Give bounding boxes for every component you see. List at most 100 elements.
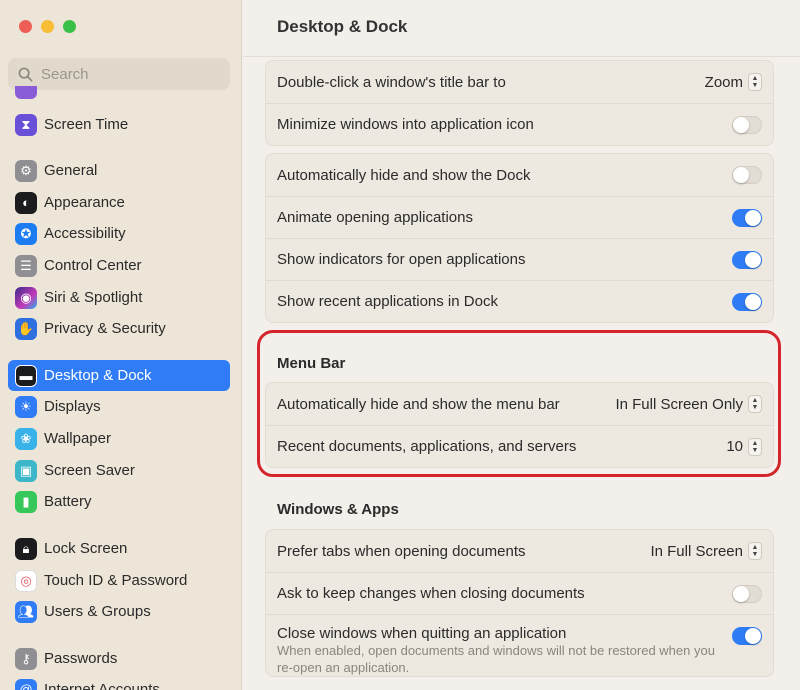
sidebar-item-label: Lock Screen bbox=[44, 540, 128, 557]
fingerprint-icon: ◎ bbox=[15, 569, 37, 592]
battery-icon: ▮ bbox=[15, 490, 37, 513]
sidebar-item-label: Users & Groups bbox=[44, 603, 151, 620]
sidebar-item-control-center[interactable]: ☰ Control Center bbox=[8, 250, 230, 281]
search-icon bbox=[18, 67, 33, 81]
close-windows-description: When enabled, open documents and windows… bbox=[277, 643, 715, 675]
recent-apps-toggle[interactable] bbox=[732, 292, 762, 311]
sidebar-item-label: Passwords bbox=[44, 650, 118, 667]
sidebar-item-label: Screen Time bbox=[44, 116, 129, 133]
at-icon: @ bbox=[15, 678, 37, 690]
sidebar-item-label: Wallpaper bbox=[44, 430, 111, 447]
recent-apps-label: Show recent applications in Dock bbox=[277, 293, 498, 310]
page-title: Desktop & Dock bbox=[277, 17, 408, 36]
sidebar-item-appearance[interactable]: ◐ Appearance bbox=[8, 187, 230, 218]
sidebar-item-lock-screen[interactable]: 🔒︎ Lock Screen bbox=[8, 533, 230, 564]
sidebar-item-screen-saver[interactable]: ▣ Screen Saver bbox=[8, 455, 230, 486]
sidebar-item-privacy-security[interactable]: ✋ Privacy & Security bbox=[8, 313, 230, 344]
highlight-annotation bbox=[257, 330, 781, 477]
sidebar-item-displays[interactable]: ☀ Displays bbox=[8, 391, 230, 422]
close-window-button[interactable] bbox=[19, 20, 32, 33]
gear-icon: ⚙ bbox=[15, 159, 37, 182]
animate-toggle[interactable] bbox=[732, 208, 762, 227]
minimize-label: Minimize windows into application icon bbox=[277, 116, 534, 133]
hand-icon: ✋ bbox=[15, 317, 37, 340]
prefer-tabs-popup[interactable]: In Full Screen ▲ ▼ bbox=[650, 542, 762, 560]
accessibility-icon: ✪ bbox=[15, 222, 37, 245]
window-controls bbox=[19, 20, 76, 33]
sidebar-item-label: Screen Saver bbox=[44, 462, 135, 479]
prefer-tabs-row: Prefer tabs when opening documents In Fu… bbox=[266, 530, 773, 572]
sidebar-item-hidden bbox=[8, 86, 230, 100]
windows-apps-section-title: Windows & Apps bbox=[277, 501, 399, 518]
chevron-updown-icon: ▲ ▼ bbox=[748, 73, 762, 91]
close-windows-label: Close windows when quitting an applicati… bbox=[277, 625, 567, 642]
toggle-knob bbox=[745, 251, 761, 268]
sidebar-item-label: Control Center bbox=[44, 257, 142, 274]
search-input[interactable] bbox=[41, 65, 211, 83]
sidebar-item-label: Displays bbox=[44, 398, 101, 415]
sidebar-item-users-groups[interactable]: 👥︎ Users & Groups bbox=[8, 596, 230, 627]
chevron-updown-icon: ▲ ▼ bbox=[748, 542, 762, 560]
zoom-window-button[interactable] bbox=[63, 20, 76, 33]
sidebar-item-wallpaper[interactable]: ❀ Wallpaper bbox=[8, 423, 230, 454]
key-icon: ⚷ bbox=[15, 647, 37, 670]
indicators-label: Show indicators for open applications bbox=[277, 251, 526, 268]
sidebar-item-battery[interactable]: ▮ Battery bbox=[8, 486, 230, 517]
flower-icon: ❀ bbox=[15, 427, 37, 450]
dock-group: Automatically hide and show the Dock Ani… bbox=[265, 153, 774, 323]
sidebar-item-siri-spotlight[interactable]: ◉ Siri & Spotlight bbox=[8, 282, 230, 313]
sidebar-item-screen-time[interactable]: ⧗ Screen Time bbox=[8, 109, 230, 140]
popup-value: Zoom bbox=[704, 73, 743, 91]
dock-icon: ▬ bbox=[15, 364, 37, 387]
toggle-knob bbox=[745, 293, 761, 310]
sidebar-item-desktop-dock[interactable]: ▬ Desktop & Dock bbox=[8, 360, 230, 391]
ask-keep-label: Ask to keep changes when closing documen… bbox=[277, 585, 585, 602]
sidebar-item-touch-id[interactable]: ◎ Touch ID & Password bbox=[8, 565, 230, 596]
main-pane: Desktop & Dock Double-click a window's t… bbox=[243, 0, 800, 690]
app-icon bbox=[15, 86, 37, 99]
header-divider bbox=[243, 56, 800, 57]
sidebar-item-accessibility[interactable]: ✪ Accessibility bbox=[8, 218, 230, 249]
hourglass-icon: ⧗ bbox=[15, 113, 37, 136]
close-windows-toggle[interactable] bbox=[732, 627, 762, 645]
ask-keep-row: Ask to keep changes when closing documen… bbox=[266, 572, 773, 614]
sidebar-item-label: Siri & Spotlight bbox=[44, 289, 143, 306]
minimize-window-button[interactable] bbox=[41, 20, 54, 33]
sidebar: ⧗ Screen Time ⚙ General ◐ Appearance ✪ A… bbox=[0, 0, 242, 690]
toggle-knob bbox=[745, 209, 761, 226]
lock-icon: 🔒︎ bbox=[15, 537, 37, 560]
double-click-popup[interactable]: Zoom ▲ ▼ bbox=[705, 73, 762, 91]
sidebar-item-passwords[interactable]: ⚷ Passwords bbox=[8, 643, 230, 674]
dock-top-group: Double-click a window's title bar to Zoo… bbox=[265, 60, 774, 146]
sidebar-item-label: Appearance bbox=[44, 194, 125, 211]
sidebar-item-label: Desktop & Dock bbox=[44, 367, 152, 384]
auto-hide-dock-toggle[interactable] bbox=[732, 166, 762, 184]
auto-hide-dock-label: Automatically hide and show the Dock bbox=[277, 166, 531, 184]
recent-apps-row: Show recent applications in Dock bbox=[266, 280, 773, 322]
sidebar-item-label: General bbox=[44, 162, 98, 179]
sidebar-item-label: Privacy & Security bbox=[44, 320, 166, 337]
toggle-knob bbox=[733, 585, 749, 602]
sidebar-item-internet-accounts[interactable]: @ Internet Accounts bbox=[8, 674, 230, 690]
sun-icon: ☀ bbox=[15, 395, 37, 418]
sidebar-item-label: Accessibility bbox=[44, 225, 126, 242]
animate-label: Animate opening applications bbox=[277, 209, 473, 226]
animate-row: Animate opening applications bbox=[266, 196, 773, 238]
close-windows-row: Close windows when quitting an applicati… bbox=[266, 614, 773, 676]
sidebar-item-label: Touch ID & Password bbox=[44, 572, 188, 589]
screensaver-icon: ▣ bbox=[15, 459, 37, 482]
double-click-label: Double-click a window's title bar to bbox=[277, 73, 506, 91]
ask-keep-toggle[interactable] bbox=[732, 584, 762, 603]
toggle-knob bbox=[733, 167, 749, 183]
sidebar-item-general[interactable]: ⚙ General bbox=[8, 155, 230, 186]
double-click-row: Double-click a window's title bar to Zoo… bbox=[266, 61, 773, 103]
close-windows-text: Close windows when quitting an applicati… bbox=[277, 625, 732, 676]
users-icon: 👥︎ bbox=[15, 600, 37, 623]
toggle-knob bbox=[733, 116, 749, 133]
windows-apps-group: Prefer tabs when opening documents In Fu… bbox=[265, 529, 774, 677]
prefer-tabs-label: Prefer tabs when opening documents bbox=[277, 542, 526, 560]
indicators-toggle[interactable] bbox=[732, 250, 762, 269]
minimize-toggle[interactable] bbox=[732, 115, 762, 134]
indicators-row: Show indicators for open applications bbox=[266, 238, 773, 280]
appearance-icon: ◐ bbox=[15, 191, 37, 214]
